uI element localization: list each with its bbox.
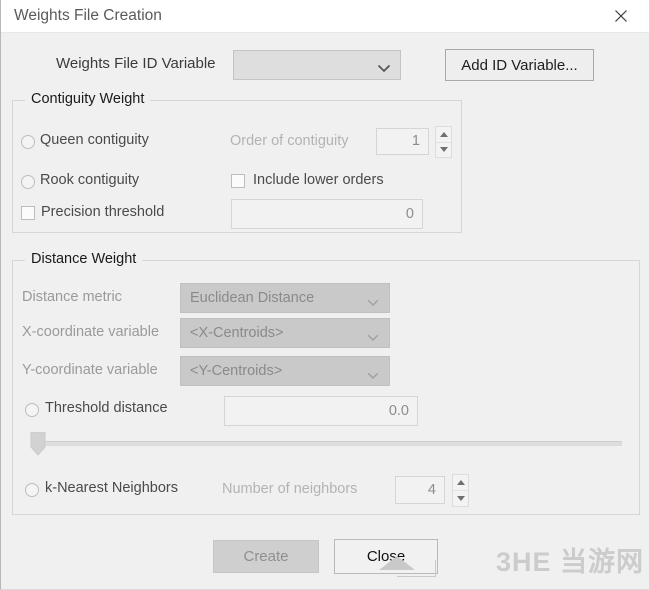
include-lower-orders-label: Include lower orders	[253, 172, 384, 188]
k-nearest-neighbors-radio[interactable]	[25, 483, 39, 497]
chevron-down-icon	[377, 60, 391, 78]
close-x-icon	[615, 10, 627, 22]
order-of-contiguity-spinner[interactable]	[435, 126, 452, 158]
y-coordinate-variable-select[interactable]: <Y-Centroids>	[180, 356, 390, 386]
order-spinner-down-button[interactable]	[436, 141, 451, 158]
precision-threshold-label: Precision threshold	[41, 204, 165, 220]
site-watermark: 3HE 当游网	[496, 547, 645, 577]
distance-weight-group: Distance Weight Distance metric Euclidea…	[12, 251, 640, 515]
number-of-neighbors-label: Number of neighbors	[222, 481, 358, 497]
distance-metric-value: Euclidean Distance	[190, 290, 315, 306]
order-of-contiguity-label: Order of contiguity	[230, 133, 349, 149]
queen-contiguity-label: Queen contiguity	[40, 132, 149, 148]
precision-threshold-input[interactable]: 0	[231, 199, 423, 229]
distance-weight-group-title: Distance Weight	[25, 251, 143, 267]
chevron-down-icon	[367, 330, 379, 346]
order-of-contiguity-input[interactable]: 1	[376, 128, 429, 155]
threshold-distance-slider-handle[interactable]	[30, 431, 46, 456]
threshold-distance-input[interactable]: 0.0	[224, 396, 418, 426]
precision-threshold-checkbox[interactable]	[21, 206, 35, 220]
x-coordinate-variable-select[interactable]: <X-Centroids>	[180, 318, 390, 348]
weights-file-id-variable-select[interactable]	[233, 50, 401, 80]
threshold-distance-label: Threshold distance	[45, 400, 168, 416]
weights-file-id-variable-label: Weights File ID Variable	[56, 55, 216, 72]
y-coordinate-variable-label: Y-coordinate variable	[22, 362, 158, 378]
weights-file-creation-dialog: Weights File Creation Weights File ID Va…	[0, 0, 650, 590]
triangle-down-icon	[456, 496, 465, 501]
triangle-down-icon	[439, 147, 448, 153]
chevron-down-icon	[367, 368, 379, 384]
k-nearest-neighbors-label: k-Nearest Neighbors	[45, 480, 178, 496]
threshold-distance-slider-track[interactable]	[34, 441, 622, 446]
create-button[interactable]: Create	[213, 540, 319, 573]
order-spinner-up-button[interactable]	[436, 127, 451, 142]
close-button[interactable]: Close	[334, 539, 438, 574]
close-window-button[interactable]	[599, 0, 643, 32]
rook-contiguity-label: Rook contiguity	[40, 172, 140, 188]
neighbors-spinner-down-button[interactable]	[453, 490, 468, 506]
y-coordinate-variable-value: <Y-Centroids>	[190, 363, 283, 379]
x-coordinate-variable-label: X-coordinate variable	[22, 324, 160, 340]
neighbors-spinner-up-button[interactable]	[453, 475, 468, 490]
number-of-neighbors-spinner[interactable]	[452, 474, 469, 507]
contiguity-weight-group-title: Contiguity Weight	[25, 91, 151, 107]
add-id-variable-button[interactable]: Add ID Variable...	[445, 49, 594, 81]
distance-metric-label: Distance metric	[22, 289, 122, 305]
include-lower-orders-checkbox[interactable]	[231, 174, 245, 188]
window-title: Weights File Creation	[14, 7, 162, 24]
rook-contiguity-radio[interactable]	[21, 175, 35, 189]
number-of-neighbors-input[interactable]: 4	[395, 476, 445, 504]
chevron-down-icon	[367, 295, 379, 311]
title-bar: Weights File Creation	[1, 0, 649, 33]
threshold-distance-radio[interactable]	[25, 403, 39, 417]
triangle-up-icon	[456, 480, 465, 485]
queen-contiguity-radio[interactable]	[21, 135, 35, 149]
triangle-up-icon	[439, 131, 448, 137]
distance-metric-select[interactable]: Euclidean Distance	[180, 283, 390, 313]
contiguity-weight-group: Contiguity Weight Queen contiguity Order…	[12, 91, 462, 233]
x-coordinate-variable-value: <X-Centroids>	[190, 325, 284, 341]
